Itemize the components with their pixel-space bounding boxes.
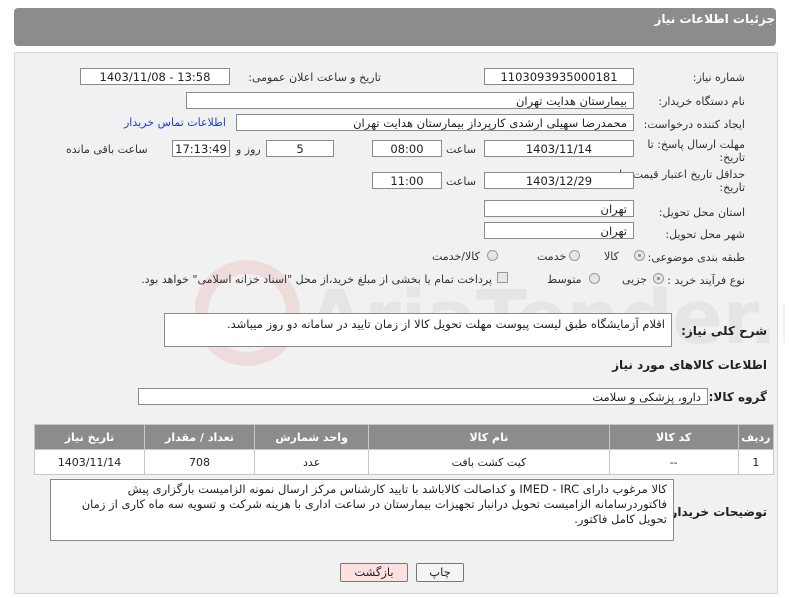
category-both-label: کالا/خدمت [432, 250, 480, 263]
goods-section-title: اطلاعات کالاهای مورد نیاز [612, 358, 767, 372]
col-quantity: تعداد / مقدار [144, 424, 256, 450]
validity-date-field: 1403/12/29 [484, 172, 634, 189]
back-button[interactable]: بازگشت [340, 563, 408, 582]
goods-group-label: گروه کالا: [708, 390, 767, 404]
days-label: روز و [236, 143, 261, 156]
table-row: 1 -- کیت کشت بافت عدد 708 1403/11/14 [33, 449, 775, 475]
process-type-label: نوع فرآیند خرید : [667, 274, 745, 287]
buyer-notes-textarea[interactable]: کالا مرغوب دارای IMED - IRC و کداصالت کا… [50, 479, 674, 541]
contact-info-link[interactable]: اطلاعات تماس خریدار [124, 116, 226, 129]
category-service-radio[interactable] [569, 250, 580, 261]
remaining-time-field: 17:13:49 [172, 140, 230, 157]
need-number-label: شماره نیاز: [692, 71, 745, 84]
reply-deadline-label: مهلت ارسال پاسخ: تا [647, 138, 745, 151]
cell-row: 1 [737, 449, 775, 475]
validity-time-label: ساعت [446, 175, 476, 188]
print-button[interactable]: چاپ [416, 563, 464, 582]
description-textarea[interactable]: اقلام آزمایشگاه طبق لیست پیوست مهلت تحوی… [164, 313, 672, 347]
goods-group-field: دارو، پزشکی و سلامت [138, 388, 708, 405]
cell-name: کیت کشت بافت [368, 449, 610, 475]
goods-table-header: ردیف کد کالا نام کالا واحد شمارش تعداد /… [33, 424, 775, 450]
category-goods-label: کالا [604, 250, 619, 263]
category-both-radio[interactable] [487, 250, 498, 261]
category-service-label: خدمت [537, 250, 567, 263]
reply-deadline-label-date: تاریخ: [719, 151, 745, 164]
announce-label: تاریخ و ساعت اعلان عمومی: [248, 71, 381, 84]
col-row: ردیف [737, 424, 775, 450]
reply-date-field: 1403/11/14 [484, 140, 634, 157]
process-medium-radio[interactable] [589, 273, 600, 284]
province-label: استان محل تحویل: [658, 206, 745, 219]
creator-field: محمدرضا سهیلی ارشدی کارپرداز بیمارستان ه… [236, 114, 634, 131]
buyer-org-field: بیمارستان هدایت تهران [186, 92, 634, 109]
description-label: شرح کلی نیاز: [681, 324, 767, 338]
goods-table: ردیف کد کالا نام کالا واحد شمارش تعداد /… [33, 424, 775, 475]
remaining-label: ساعت باقی مانده [66, 143, 148, 156]
creator-label: ایجاد کننده درخواست: [643, 118, 745, 131]
need-number-field: 1103093935000181 [484, 68, 634, 85]
category-goods-radio[interactable] [634, 250, 645, 261]
validity-label: حداقل تاریخ اعتبار قیمت: تا [619, 168, 745, 181]
city-label: شهر محل تحویل: [665, 228, 745, 241]
page-title: جزئیات اطلاعات نیاز [654, 12, 775, 26]
cell-quantity: 708 [144, 449, 256, 475]
buyer-org-label: نام دستگاه خریدار: [658, 95, 745, 108]
reply-time-field: 08:00 [372, 140, 442, 157]
city-field: تهران [484, 222, 634, 239]
category-label: طبقه بندی موضوعی: [647, 251, 745, 264]
days-field: 5 [266, 140, 334, 157]
col-need-date: تاریخ نیاز [33, 424, 146, 450]
process-medium-label: متوسط [547, 273, 582, 286]
announce-field: 1403/11/08 - 13:58 [80, 68, 230, 85]
treasury-payment-note: پرداخت تمام یا بخشی از مبلغ خرید،از محل … [141, 273, 492, 286]
reply-time-label: ساعت [446, 143, 476, 156]
validity-time-field: 11:00 [372, 172, 442, 189]
process-minor-label: جزیی [622, 273, 648, 286]
process-minor-radio[interactable] [653, 273, 664, 284]
col-unit: واحد شمارش [254, 424, 370, 450]
cell-unit: عدد [254, 449, 370, 475]
col-code: کد کالا [608, 424, 739, 450]
cell-code: -- [608, 449, 739, 475]
cell-need-date: 1403/11/14 [33, 449, 146, 475]
province-field: تهران [484, 200, 634, 217]
col-name: نام کالا [368, 424, 610, 450]
treasury-payment-checkbox[interactable] [497, 272, 508, 283]
validity-label-date: تاریخ: [719, 181, 745, 194]
buyer-notes-label: توضیحات خریدار: [665, 505, 767, 519]
